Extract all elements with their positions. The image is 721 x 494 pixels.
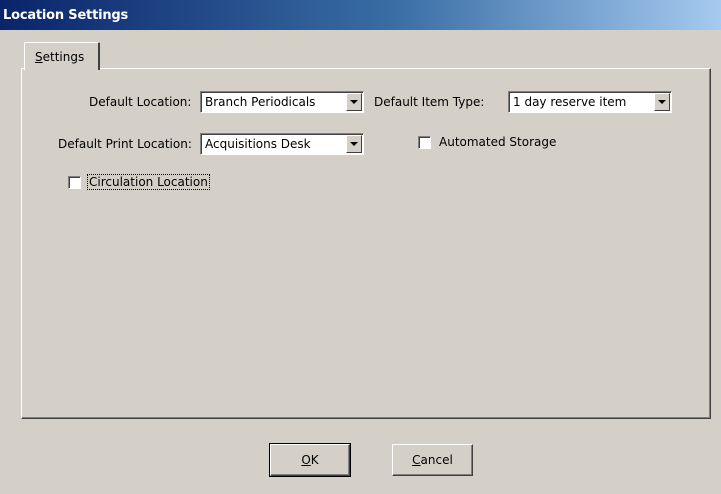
automated-storage-checkbox[interactable]: [418, 136, 431, 149]
chevron-down-icon: [350, 100, 358, 104]
default-print-location-label: Default Print Location:: [58, 137, 192, 151]
default-print-location-dropdown-button[interactable]: [346, 135, 362, 153]
default-item-type-select[interactable]: 1 day reserve item: [508, 91, 672, 113]
tab-settings[interactable]: Settings: [24, 42, 100, 70]
ok-label-rest: K: [310, 453, 319, 467]
automated-storage-label[interactable]: Automated Storage: [439, 135, 556, 149]
default-print-location-value: Acquisitions Desk: [205, 137, 311, 151]
cancel-label-rest: ancel: [420, 453, 453, 467]
cancel-button[interactable]: Cancel: [392, 444, 473, 476]
default-item-type-dropdown-button[interactable]: [654, 93, 670, 111]
title-bar: Location Settings: [0, 0, 721, 30]
tab-settings-label-rest: ettings: [42, 50, 85, 64]
chevron-down-icon: [350, 142, 358, 146]
chevron-down-icon: [658, 100, 666, 104]
default-location-label: Default Location:: [89, 95, 192, 109]
default-location-dropdown-button[interactable]: [346, 93, 362, 111]
circulation-location-label[interactable]: Circulation Location: [87, 174, 210, 190]
settings-panel: [21, 68, 711, 419]
window-title: Location Settings: [3, 8, 129, 23]
circulation-location-checkbox[interactable]: [68, 176, 81, 189]
cancel-accesskey: C: [412, 453, 421, 467]
ok-accesskey: O: [301, 453, 311, 467]
default-item-type-value: 1 day reserve item: [513, 95, 627, 109]
default-print-location-select[interactable]: Acquisitions Desk: [200, 133, 364, 155]
default-item-type-label: Default Item Type:: [374, 95, 485, 109]
default-location-value: Branch Periodicals: [205, 95, 316, 109]
ok-button[interactable]: OK: [269, 443, 351, 477]
tab-settings-label: Settings: [35, 50, 84, 64]
default-location-select[interactable]: Branch Periodicals: [200, 91, 364, 113]
tab-settings-accesskey: S: [35, 50, 43, 64]
